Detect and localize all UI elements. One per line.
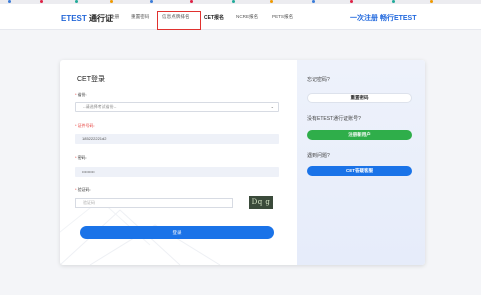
nav-reset-password[interactable]: 重置密码 — [131, 14, 149, 20]
province-select-value: --请选择考试省份-- — [83, 104, 117, 109]
brand-name: ETEST — [61, 14, 87, 23]
forgot-password-text: 忘记密码? — [307, 77, 330, 83]
required-mark: * — [75, 123, 77, 128]
brand-logo[interactable]: ETEST 通行证 — [61, 13, 113, 24]
login-card: CET登录 *省份: --请选择考试省份-- ⌄ *证件号码: 18522222… — [60, 60, 425, 265]
help-button[interactable]: CET答疑客服 — [307, 166, 412, 176]
top-navigation: ETEST 通行证 注册 重置密码 信息点牌排名 CET报名 NCRE报名 PE… — [0, 4, 481, 30]
nav-ncre[interactable]: NCRE报名 — [236, 14, 258, 20]
highlight-box — [157, 11, 201, 30]
id-number-label: *证件号码: — [75, 123, 95, 128]
province-label: *省份: — [75, 92, 87, 97]
password-label: *密码: — [75, 155, 87, 160]
required-mark: * — [75, 92, 77, 97]
login-title: CET登录 — [77, 76, 105, 83]
id-number-input[interactable]: 185222221d2 — [75, 134, 279, 144]
login-button[interactable]: 登录 — [80, 226, 274, 239]
captcha-image[interactable]: Dq g — [249, 196, 273, 209]
nav-register[interactable]: 注册 — [110, 14, 119, 20]
password-input[interactable]: ••••••••• — [75, 167, 279, 177]
reset-password-button[interactable]: 重置密码 — [307, 93, 412, 103]
login-form: CET登录 *省份: --请选择考试省份-- ⌄ *证件号码: 18522222… — [60, 60, 297, 265]
help-sidebar: 忘记密码? 重置密码 没有ETEST通行证账号? 注册新用户 遇到问题? CET… — [297, 60, 425, 265]
required-mark: * — [75, 187, 77, 192]
no-account-text: 没有ETEST通行证账号? — [307, 116, 361, 122]
chevron-down-icon: ⌄ — [270, 104, 274, 109]
required-mark: * — [75, 155, 77, 160]
captcha-input[interactable]: 验证码 — [75, 198, 233, 208]
problem-text: 遇到问题? — [307, 153, 330, 159]
slogan: 一次注册 畅行ETEST — [350, 15, 417, 22]
nav-cet[interactable]: CET报名 — [204, 14, 224, 21]
nav-pets[interactable]: PETS报名 — [272, 14, 293, 20]
province-select[interactable]: --请选择考试省份-- ⌄ — [75, 102, 279, 112]
register-button[interactable]: 注册新用户 — [307, 130, 412, 140]
captcha-label: *验证码: — [75, 187, 91, 192]
